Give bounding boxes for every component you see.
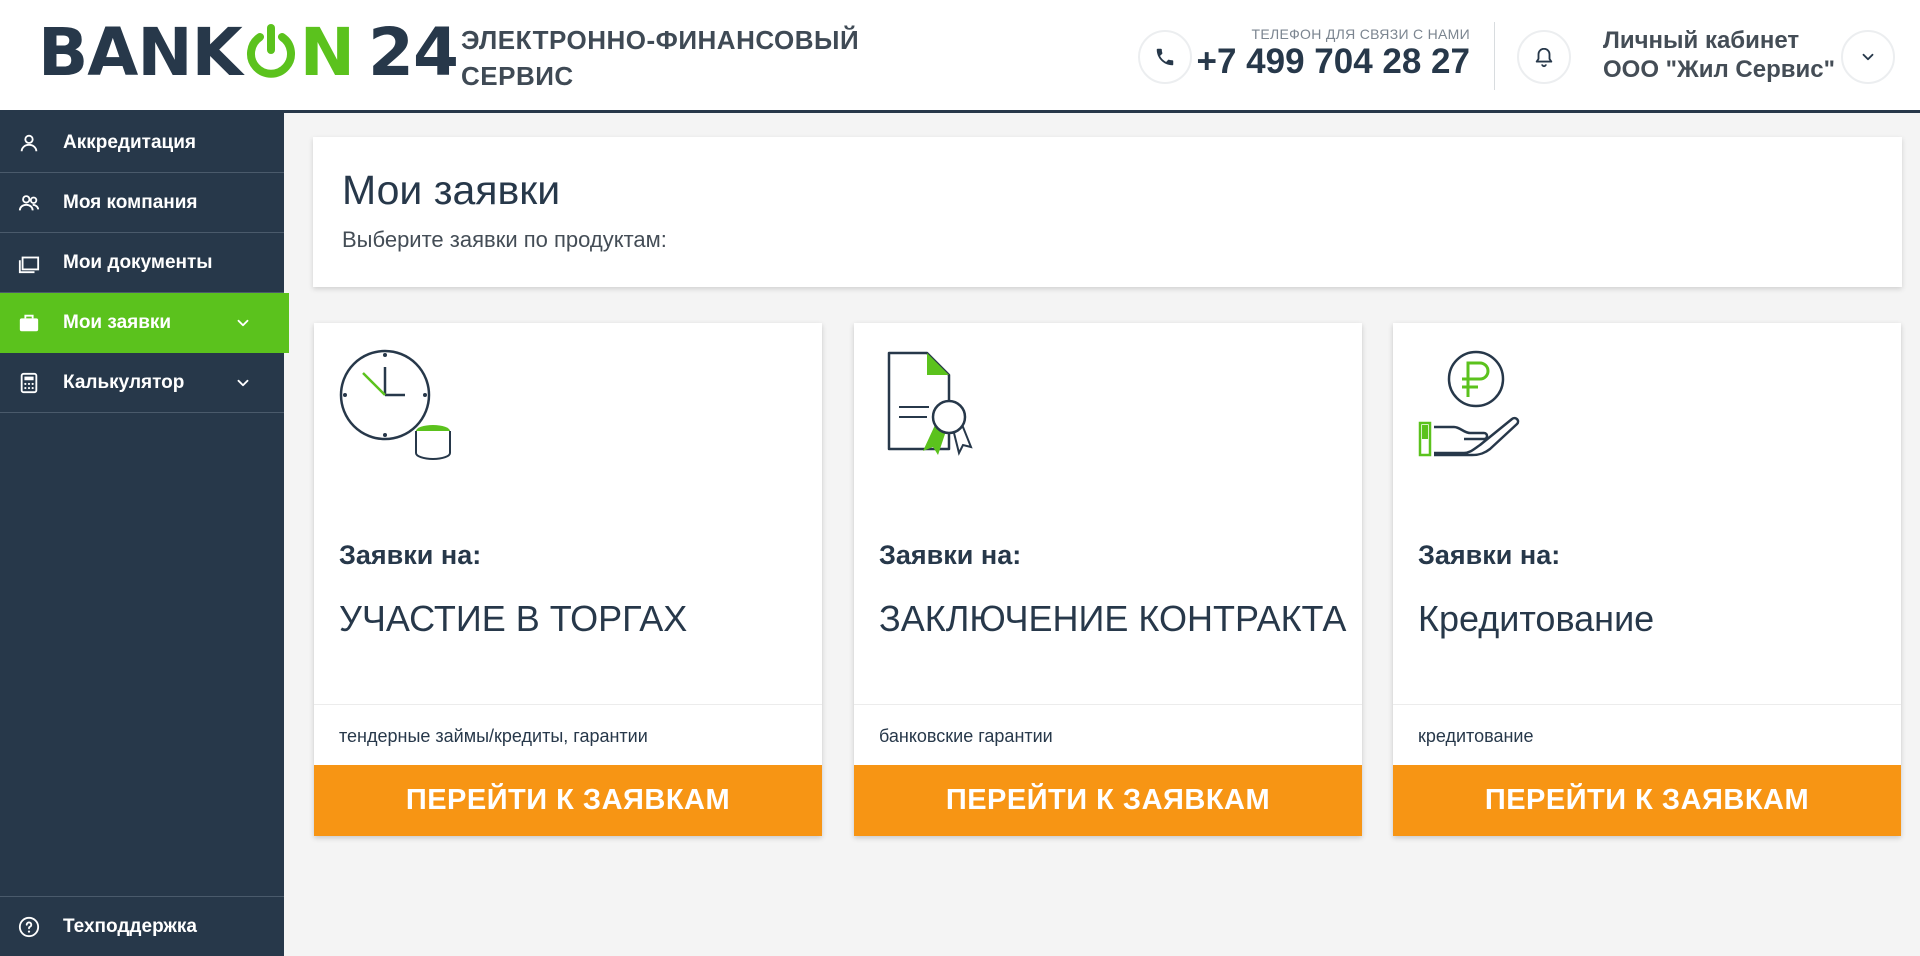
clock-coins-icon — [339, 349, 451, 460]
user-icon — [20, 134, 38, 152]
card-description: банковские гарантии — [879, 726, 1053, 746]
card-title: ЗАКЛЮЧЕНИЕ КОНТРАКТА — [879, 598, 1347, 639]
account-menu[interactable]: Личный кабинет ООО "Жил Сервис" — [1603, 26, 1835, 84]
card-divider — [854, 704, 1362, 705]
chevron-down-icon — [237, 379, 249, 387]
power-icon — [246, 24, 295, 78]
go-to-requests-button[interactable]: ПЕРЕЙТИ К ЗАЯВКАМ — [314, 765, 822, 836]
card-pretitle: Заявки на: — [1418, 540, 1561, 570]
logo-part-24: 24 — [368, 14, 459, 91]
card-pretitle: Заявки на: — [879, 540, 1022, 570]
sidebar-item-label: Мои документы — [63, 251, 213, 273]
logo[interactable]: BANK N 24 — [38, 18, 459, 88]
phone-number[interactable]: +7 499 704 28 27 — [1180, 42, 1470, 82]
page-title: Мои заявки — [342, 167, 561, 213]
cabinet-label: Личный кабинет — [1603, 27, 1800, 54]
bell-icon — [1535, 47, 1553, 68]
sidebar-item-calculator[interactable]: Калькулятор — [0, 353, 284, 413]
header: BANK N 24 ЭЛЕКТРОННО-ФИНАНСОВЫЙ СЕРВИС ТЕЛ… — [0, 0, 1920, 113]
card-title: УЧАСТИЕ В ТОРГАХ — [339, 598, 688, 639]
card-pretitle: Заявки на: — [339, 540, 482, 570]
go-to-requests-button[interactable]: ПЕРЕЙТИ К ЗАЯВКАМ — [1393, 765, 1901, 836]
sidebar-item-support[interactable]: Техподдержка — [0, 896, 284, 956]
notifications-button[interactable] — [1517, 30, 1571, 84]
logo-part-bank: BANK — [38, 14, 243, 91]
logo-text: BANK N 24 — [38, 18, 459, 88]
company-name: ООО "Жил Сервис" — [1603, 56, 1835, 83]
briefcase-icon — [19, 314, 39, 332]
card-divider — [1393, 704, 1901, 705]
sidebar-item-label: Калькулятор — [63, 371, 185, 393]
sidebar-item-my-documents[interactable]: Мои документы — [0, 233, 284, 293]
sidebar-item-my-requests[interactable]: Мои заявки — [0, 293, 289, 353]
sidebar-item-label: Аккредитация — [63, 131, 196, 153]
sidebar-item-label: Моя компания — [63, 191, 198, 213]
card-description: кредитование — [1418, 726, 1534, 746]
certificate-icon — [887, 351, 973, 456]
help-icon — [18, 916, 40, 938]
sidebar-item-label: Техподдержка — [63, 916, 197, 937]
tagline: ЭЛЕКТРОННО-ФИНАНСОВЫЙ СЕРВИС — [461, 25, 860, 91]
sidebar-item-my-company[interactable]: Моя компания — [0, 173, 284, 233]
product-card-crediting: Заявки на: Кредитование кредитование ПЕР… — [1393, 323, 1901, 836]
header-divider — [1494, 22, 1495, 90]
chevron-down-icon — [237, 319, 249, 327]
users-icon — [18, 195, 40, 211]
page-subtitle: Выберите заявки по продуктам: — [342, 227, 667, 252]
card-divider — [314, 704, 822, 705]
folder-icon — [18, 256, 40, 274]
account-dropdown-button[interactable] — [1841, 30, 1895, 84]
sidebar-item-accreditation[interactable]: Аккредитация — [0, 113, 284, 173]
product-card-tenders: Заявки на: УЧАСТИЕ В ТОРГАХ тендерные за… — [314, 323, 822, 836]
sidebar-item-label: Мои заявки — [63, 312, 172, 333]
logo-part-n: N — [299, 14, 355, 91]
page-header-panel: Мои заявки Выберите заявки по продуктам: — [313, 137, 1902, 287]
phone-caption: ТЕЛЕФОН ДЛЯ СВЯЗИ С НАМИ — [1251, 26, 1470, 42]
phone-icon — [1156, 48, 1174, 66]
ruble-hand-icon — [1418, 350, 1520, 457]
chevron-down-icon — [1862, 53, 1874, 61]
go-to-requests-button[interactable]: ПЕРЕЙТИ К ЗАЯВКАМ — [854, 765, 1362, 836]
sidebar: Аккредитация Моя компания Мои документы … — [0, 113, 289, 956]
product-card-contracts: Заявки на: ЗАКЛЮЧЕНИЕ КОНТРАКТА банковск… — [854, 323, 1362, 836]
calculator-icon — [20, 372, 38, 394]
card-title: Кредитование — [1418, 598, 1655, 639]
card-description: тендерные займы/кредиты, гарантии — [339, 726, 648, 746]
